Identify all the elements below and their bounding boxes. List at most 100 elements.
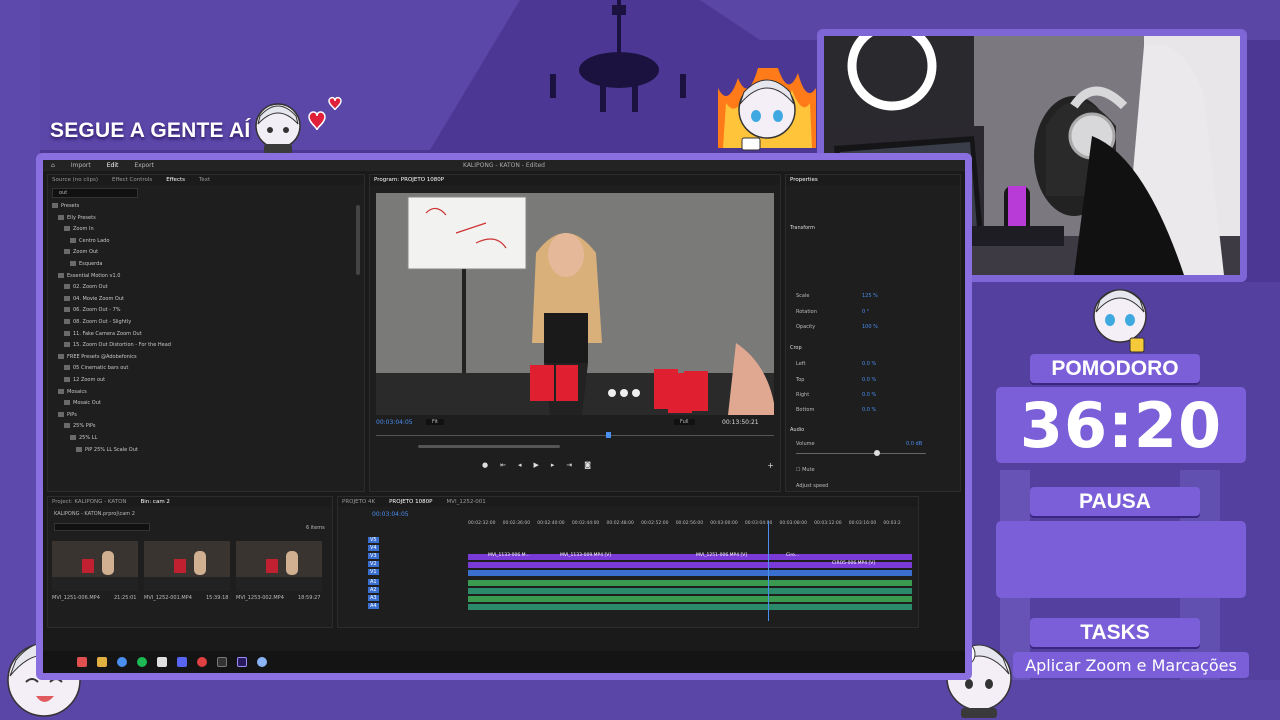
- effects-scrollbar[interactable]: [356, 205, 360, 275]
- ruler-tick-label: 00:02:52:00: [641, 521, 669, 526]
- tab-projeto-1080p[interactable]: PROJETO 1080P: [389, 499, 432, 505]
- volume-slider-handle[interactable]: [874, 450, 880, 456]
- obs-icon[interactable]: [197, 657, 207, 667]
- tab-effects[interactable]: Effects: [166, 177, 185, 183]
- audio-track-label[interactable]: A1: [368, 579, 379, 585]
- effects-tree-item[interactable]: Centro Lado: [70, 237, 109, 244]
- menu-import[interactable]: Import: [71, 162, 91, 169]
- clip-thumbnail[interactable]: [236, 541, 322, 591]
- rotation-value[interactable]: 0 °: [862, 309, 869, 315]
- video-track-label[interactable]: V1: [368, 569, 379, 575]
- play-icon[interactable]: ▶: [534, 461, 539, 469]
- effects-search-input[interactable]: out: [52, 188, 138, 198]
- effects-tree-item[interactable]: Elly Presets: [58, 214, 96, 221]
- crop-top-value[interactable]: 0.0 %: [862, 377, 876, 383]
- program-title[interactable]: Program: PROJETO 1080P: [374, 177, 444, 183]
- menu-export[interactable]: Export: [134, 162, 154, 169]
- effects-tree-item[interactable]: FREE Presets @Adobefonics: [58, 353, 137, 360]
- effects-tree-item[interactable]: Zoom In: [64, 226, 94, 232]
- audio-track-label[interactable]: A2: [368, 587, 379, 593]
- effects-tree-item[interactable]: 25% LL: [70, 435, 97, 441]
- tab-mvi-1252[interactable]: MVI_1252-001: [446, 499, 485, 505]
- tab-text[interactable]: Text: [199, 177, 210, 183]
- tab-source[interactable]: Source (no clips): [52, 177, 98, 183]
- crop-heading: Crop: [790, 345, 802, 351]
- effects-tree-item[interactable]: 04. Movie Zoom Out: [64, 295, 124, 302]
- tab-project[interactable]: Project: KALIPONG - KATON: [52, 499, 127, 505]
- video-track-label[interactable]: V3: [368, 553, 379, 559]
- effects-tree-item[interactable]: 15. Zoom Out Distortion - For the Head: [64, 342, 171, 348]
- frame-back-icon[interactable]: ◂: [518, 461, 522, 469]
- clip-thumbnail[interactable]: [144, 541, 230, 591]
- tab-bin-cam2[interactable]: Bin: cam 2: [141, 499, 170, 505]
- effects-tree-item[interactable]: Mosaics: [58, 388, 87, 395]
- program-timecode[interactable]: 00:03:04:05: [376, 419, 413, 426]
- effects-tree-item[interactable]: Presets: [52, 203, 79, 209]
- chat-icon[interactable]: [257, 657, 267, 667]
- video-clip[interactable]: [468, 570, 912, 576]
- store-icon[interactable]: [157, 657, 167, 667]
- app-icon[interactable]: [217, 657, 227, 667]
- tab-effect-controls[interactable]: Effect Controls: [112, 177, 152, 183]
- premiere-icon[interactable]: [237, 657, 247, 667]
- taskbar-app-icon[interactable]: [77, 657, 87, 667]
- mute-checkbox[interactable]: ☐ Mute: [796, 467, 815, 473]
- spotify-icon[interactable]: [137, 657, 147, 667]
- frame-forward-icon[interactable]: ▸: [551, 461, 555, 469]
- effects-tree-item[interactable]: 02. Zoom Out: [64, 284, 108, 290]
- effects-tree-item[interactable]: Essential Motion v1.0: [58, 272, 120, 279]
- timeline-timecode[interactable]: 00:03:04:05: [372, 511, 409, 518]
- audio-clip[interactable]: [468, 580, 912, 586]
- video-track-label[interactable]: V5: [368, 537, 379, 543]
- volume-slider[interactable]: [796, 453, 926, 454]
- adjust-speed-link[interactable]: Adjust speed: [796, 483, 828, 489]
- effects-tree-item[interactable]: PiPs: [58, 411, 77, 418]
- effects-tree-item[interactable]: Esquerda: [70, 261, 102, 267]
- effects-tree-item[interactable]: 11. Fake Camera Zoom Out: [64, 330, 142, 337]
- volume-value[interactable]: 0.0 dB: [906, 441, 922, 447]
- home-icon[interactable]: ⌂: [51, 162, 55, 169]
- project-search-input[interactable]: [54, 523, 150, 531]
- timeline-playhead[interactable]: [768, 521, 769, 621]
- effects-tree-item[interactable]: 12 Zoom out: [64, 377, 105, 383]
- timeline-ruler[interactable]: 00:02:32:00 00:02:36:00 00:02:40:00 00:02:4…: [468, 521, 918, 531]
- clip-thumbnail[interactable]: [52, 541, 138, 591]
- effects-tree-item[interactable]: Mosaic Out: [64, 400, 101, 406]
- scale-value[interactable]: 125 %: [862, 293, 878, 299]
- effects-tree-item[interactable]: 08. Zoom Out - Slightly: [64, 319, 131, 325]
- effects-tree-item[interactable]: 05 Cinematic bars out: [64, 365, 128, 371]
- opacity-value[interactable]: 100 %: [862, 324, 878, 330]
- effects-tree-item[interactable]: PiP 25% LL Scale Out: [76, 446, 138, 453]
- folder-icon: [64, 226, 70, 232]
- tab-projeto-4k[interactable]: PROJETO 4K: [342, 499, 375, 505]
- add-button-icon[interactable]: +: [767, 461, 774, 470]
- folder-icon[interactable]: [97, 657, 107, 667]
- menu-edit[interactable]: Edit: [107, 162, 119, 169]
- discord-icon[interactable]: [177, 657, 187, 667]
- program-zoom-bar[interactable]: [418, 445, 560, 448]
- crop-left-value[interactable]: 0.0 %: [862, 361, 876, 367]
- crop-right-value[interactable]: 0.0 %: [862, 392, 876, 398]
- audio-track-label[interactable]: A4: [368, 603, 379, 609]
- program-ruler[interactable]: [376, 435, 774, 436]
- step-forward-icon[interactable]: ⇥: [566, 461, 572, 469]
- audio-clip[interactable]: [468, 604, 912, 610]
- audio-track-label[interactable]: A3: [368, 595, 379, 601]
- video-track-label[interactable]: V4: [368, 545, 379, 551]
- video-track-label[interactable]: V2: [368, 561, 379, 567]
- camera-icon[interactable]: ◙: [584, 461, 591, 469]
- program-resolution-select[interactable]: Full: [674, 419, 695, 425]
- audio-clip[interactable]: [468, 588, 912, 594]
- program-playhead[interactable]: [606, 432, 611, 438]
- tab-properties[interactable]: Properties: [790, 177, 818, 183]
- effects-tree-item[interactable]: Zoom Out: [64, 249, 98, 255]
- crop-bottom-value[interactable]: 0.0 %: [862, 407, 876, 413]
- audio-clip[interactable]: [468, 596, 912, 602]
- effects-tree-item[interactable]: 25% PiPs: [64, 423, 96, 429]
- step-back-icon[interactable]: ⇤: [500, 461, 506, 469]
- effects-tree-item[interactable]: 06. Zoom Out - 7%: [64, 307, 121, 313]
- program-fit-select[interactable]: Fit: [426, 419, 444, 425]
- video-clip[interactable]: [468, 554, 912, 560]
- marker-icon[interactable]: ●: [482, 461, 488, 469]
- chrome-icon[interactable]: [117, 657, 127, 667]
